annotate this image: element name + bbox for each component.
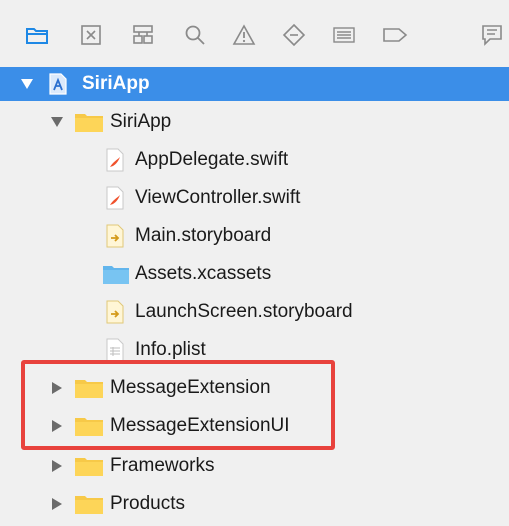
file-label: MessageExtension [110, 377, 271, 398]
file-label: AppDelegate.swift [135, 149, 289, 170]
find-navigator-button[interactable] [180, 20, 210, 50]
storyboard-file-icon [104, 299, 126, 325]
test-navigator-button[interactable] [279, 20, 309, 50]
file-label: MessageExtensionUI [110, 415, 290, 436]
debug-list-icon [333, 27, 355, 43]
yellow-folder-icon [74, 455, 104, 477]
group-row-messageextension[interactable]: MessageExtension [0, 371, 509, 405]
swift-file-icon [104, 185, 126, 211]
storyboard-file-icon [104, 223, 126, 249]
file-label: Assets.xcassets [135, 263, 272, 284]
file-row-launchscreen[interactable]: LaunchScreen.storyboard [0, 295, 509, 329]
file-row-viewcontroller[interactable]: ViewController.swift [0, 181, 509, 215]
file-label: Products [110, 493, 185, 514]
issue-navigator-button[interactable] [229, 20, 259, 50]
group-row-frameworks[interactable]: Frameworks [0, 449, 509, 483]
group-row-messageextensionui[interactable]: MessageExtensionUI [0, 409, 509, 443]
file-label: Info.plist [135, 339, 206, 360]
disclosure-collapsed-icon[interactable] [50, 459, 64, 473]
warning-icon [232, 24, 256, 45]
report-icon [482, 25, 502, 46]
hierarchy-icon [133, 25, 153, 44]
yellow-folder-icon [74, 377, 104, 399]
file-label: Main.storyboard [135, 225, 272, 246]
plist-file-icon [104, 337, 126, 363]
file-row-main-storyboard[interactable]: Main.storyboard [0, 219, 509, 253]
test-diamond-icon [282, 23, 306, 47]
debug-navigator-button[interactable] [329, 20, 359, 50]
disclosure-collapsed-icon[interactable] [50, 497, 64, 511]
navigator-toolbar [0, 0, 509, 70]
disclosure-expanded-icon[interactable] [50, 115, 64, 129]
project-name: SiriApp [82, 73, 150, 94]
yellow-folder-icon [74, 493, 104, 515]
breakpoint-icon [383, 28, 408, 42]
source-control-navigator-button[interactable] [76, 20, 106, 50]
file-label: Frameworks [110, 455, 215, 476]
disclosure-expanded-icon[interactable] [20, 77, 34, 91]
breakpoint-navigator-button[interactable] [380, 20, 410, 50]
report-navigator-button[interactable] [478, 20, 506, 50]
yellow-folder-icon [74, 415, 104, 437]
group-row-siriapp[interactable]: SiriApp [0, 105, 509, 139]
file-label: ViewController.swift [135, 187, 301, 208]
disclosure-collapsed-icon[interactable] [50, 381, 64, 395]
file-row-assets[interactable]: Assets.xcassets [0, 257, 509, 291]
project-navigator-button[interactable] [22, 20, 52, 50]
group-row-products[interactable]: Products [0, 487, 509, 521]
search-icon [185, 25, 205, 45]
project-row[interactable]: SiriApp [0, 67, 509, 101]
file-row-appdelegate[interactable]: AppDelegate.swift [0, 143, 509, 177]
yellow-folder-icon [74, 111, 104, 133]
file-row-info-plist[interactable]: Info.plist [0, 333, 509, 367]
symbol-navigator-button[interactable] [128, 20, 158, 50]
swift-file-icon [104, 147, 126, 173]
blue-folder-icon [102, 263, 130, 285]
file-label: LaunchScreen.storyboard [135, 301, 353, 322]
disclosure-collapsed-icon[interactable] [50, 419, 64, 433]
source-control-icon [81, 25, 101, 45]
xcode-project-icon [46, 71, 70, 97]
folder-icon [26, 28, 48, 44]
file-label: SiriApp [110, 111, 172, 132]
